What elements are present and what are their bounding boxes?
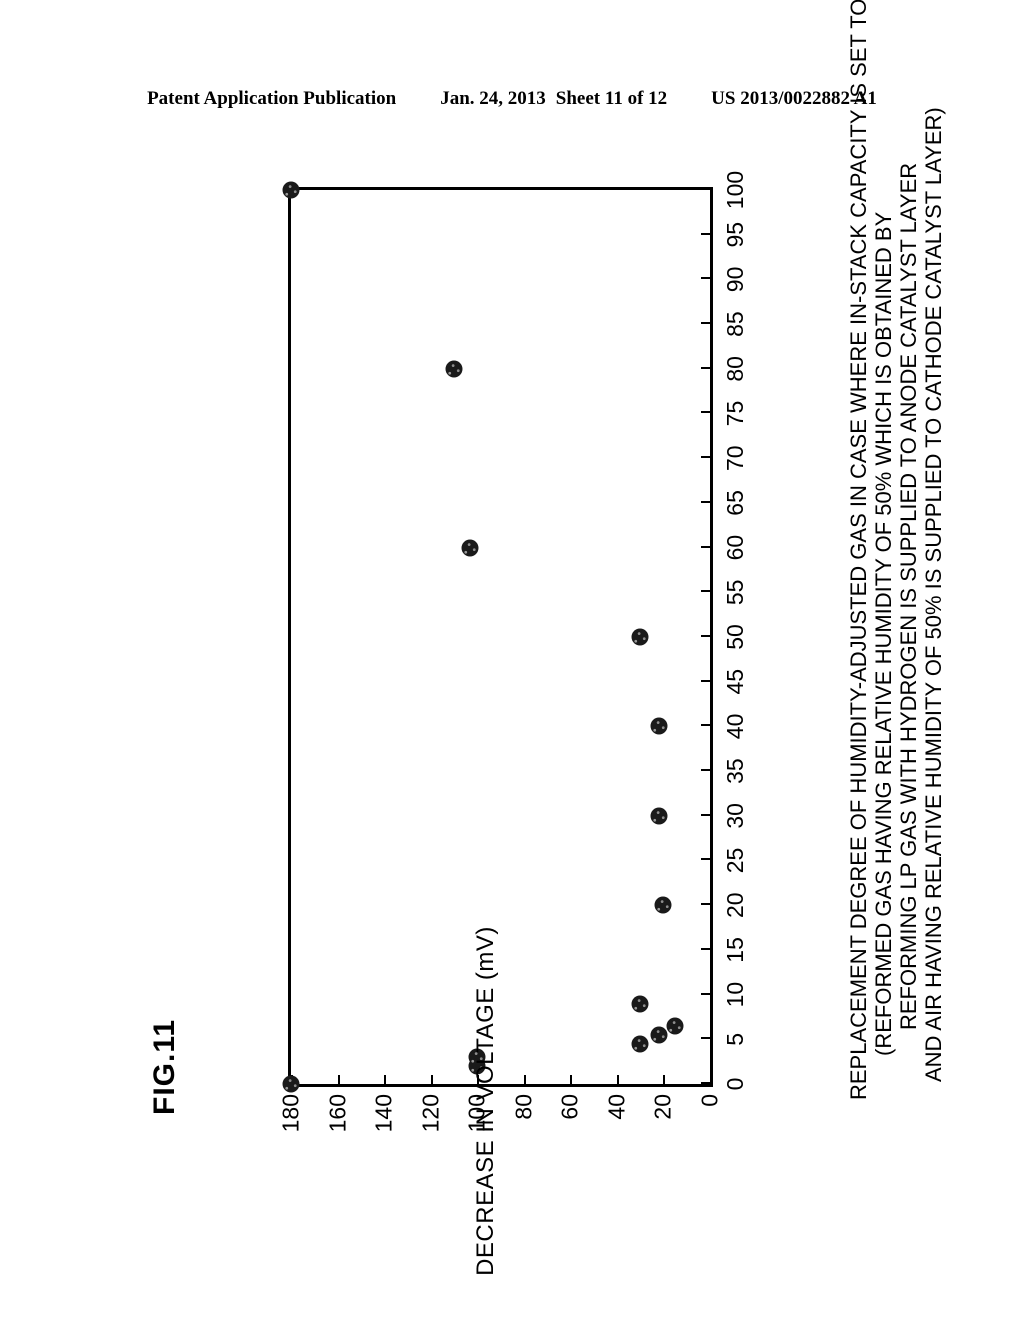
x-tick-mark — [701, 322, 710, 325]
figure-container: 0 5 10 15 20 25 30 35 40 45 50 55 60 65 70 75 80 85 90 95 10… — [274, 171, 774, 1276]
header-date: Jan. 24, 2013 — [440, 88, 546, 109]
y-tick-mark — [663, 1075, 666, 1084]
x-tick-label: 100 — [722, 170, 748, 210]
x-tick-mark — [701, 769, 710, 772]
x-tick-label: 65 — [722, 490, 748, 516]
y-tick-label: 120 — [417, 1094, 444, 1133]
y-tick-label: 20 — [649, 1094, 676, 1120]
x-tick-mark — [701, 947, 710, 950]
y-tick-label: 40 — [603, 1094, 630, 1120]
caption-line-2: (REFORMED GAS HAVING RELATIVE HUMIDITY O… — [871, 211, 897, 1056]
y-tick-mark — [384, 1075, 387, 1084]
x-tick-mark — [701, 590, 710, 593]
x-tick-mark — [701, 724, 710, 727]
caption-line-1: REPLACEMENT DEGREE OF HUMIDITY-ADJUSTED … — [846, 0, 871, 1100]
x-tick-mark — [701, 1037, 710, 1040]
y-tick-mark — [430, 1075, 433, 1084]
data-point — [445, 360, 463, 378]
x-tick-label: 20 — [722, 892, 748, 918]
x-tick-label: 40 — [722, 713, 748, 740]
x-tick-label: 50 — [722, 624, 748, 650]
data-point — [282, 1075, 300, 1093]
data-point — [631, 995, 649, 1013]
y-tick-label: 80 — [510, 1094, 537, 1120]
figure-label: FIG.11 — [148, 1018, 181, 1115]
x-tick-mark — [701, 992, 710, 995]
data-point — [650, 807, 668, 825]
x-tick-label: 15 — [722, 937, 748, 963]
figure-caption: REPLACEMENT DEGREE OF HUMIDITY-ADJUSTED … — [846, 0, 947, 1100]
x-tick-mark — [701, 858, 710, 861]
x-tick-mark — [701, 277, 710, 280]
x-tick-mark — [701, 903, 710, 906]
plot-area: 0 5 10 15 20 25 30 35 40 45 50 55 60 65 70 75 80 85 90 95 10… — [278, 171, 749, 1133]
caption-line-3: REFORMING LP GAS WITH HYDROGEN IS SUPPLI… — [896, 162, 922, 1030]
x-tick-mark — [701, 456, 710, 459]
x-tick-label: 60 — [722, 534, 748, 561]
data-point — [282, 181, 300, 199]
data-point — [650, 717, 668, 735]
header-publication: Patent Application Publication — [147, 88, 397, 109]
x-tick-label: 35 — [722, 758, 748, 784]
y-axis-title: DECREASE IN VOLTAGE (mV) — [472, 926, 499, 1276]
caption-line-4: AND AIR HAVING RELATIVE HUMIDITY OF 50% … — [921, 107, 947, 1082]
x-tick-mark — [701, 232, 710, 235]
y-tick-label: 0 — [696, 1094, 723, 1107]
x-tick-mark — [701, 366, 710, 369]
y-tick-mark — [523, 1075, 526, 1084]
data-point — [631, 1035, 649, 1053]
data-point — [666, 1017, 684, 1035]
data-point — [650, 1026, 668, 1044]
x-tick-label: 25 — [722, 847, 748, 874]
x-tick-mark — [701, 679, 710, 682]
x-tick-mark — [701, 1082, 710, 1084]
x-tick-mark — [701, 188, 710, 190]
x-tick-label: 0 — [722, 1077, 748, 1091]
x-tick-label: 55 — [722, 579, 748, 606]
x-tick-label: 30 — [722, 803, 748, 829]
x-tick-label: 70 — [722, 445, 748, 471]
data-point — [461, 539, 479, 557]
x-tick-label: 80 — [722, 356, 748, 382]
x-tick-mark — [701, 500, 710, 503]
y-tick-mark — [616, 1075, 619, 1084]
y-tick-mark — [570, 1075, 573, 1084]
x-tick-label: 5 — [722, 1032, 748, 1046]
data-point — [631, 628, 649, 646]
x-tick-label: 95 — [722, 221, 748, 248]
x-tick-mark — [701, 545, 710, 548]
data-point — [654, 896, 672, 914]
y-tick-label: 140 — [370, 1094, 397, 1133]
x-tick-label: 90 — [722, 266, 748, 293]
x-tick-mark — [701, 411, 710, 414]
x-tick-label: 75 — [722, 400, 748, 427]
y-tick-label: 180 — [277, 1094, 304, 1133]
x-tick-mark — [701, 813, 710, 816]
y-tick-label: 160 — [324, 1094, 351, 1133]
x-tick-label: 10 — [722, 981, 748, 1008]
x-tick-label: 45 — [722, 668, 748, 695]
y-tick-mark — [337, 1075, 340, 1084]
x-tick-mark — [701, 635, 710, 637]
y-tick-label: 60 — [556, 1094, 583, 1120]
header-sheet-number: Sheet 11 of 12 — [555, 88, 668, 109]
y-tick-mark — [710, 1075, 712, 1084]
x-tick-label: 85 — [722, 311, 748, 337]
